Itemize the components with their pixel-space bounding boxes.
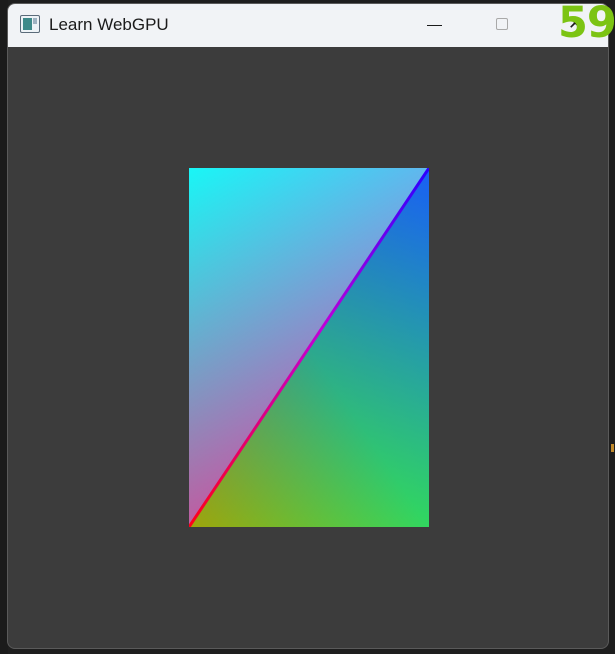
minimize-icon xyxy=(427,25,442,26)
minimize-button[interactable] xyxy=(411,4,457,47)
title-bar[interactable]: Learn WebGPU ✕ xyxy=(8,4,608,47)
webgpu-canvas[interactable] xyxy=(189,168,429,527)
maximize-icon xyxy=(496,18,508,30)
maximize-button[interactable] xyxy=(480,4,526,47)
render-surface xyxy=(189,168,429,527)
fps-counter: 59 xyxy=(558,0,615,48)
app-window-icon xyxy=(20,15,40,33)
window-title: Learn WebGPU xyxy=(49,15,169,34)
background-marker xyxy=(611,444,614,452)
app-window: Learn WebGPU ✕ xyxy=(7,3,609,649)
